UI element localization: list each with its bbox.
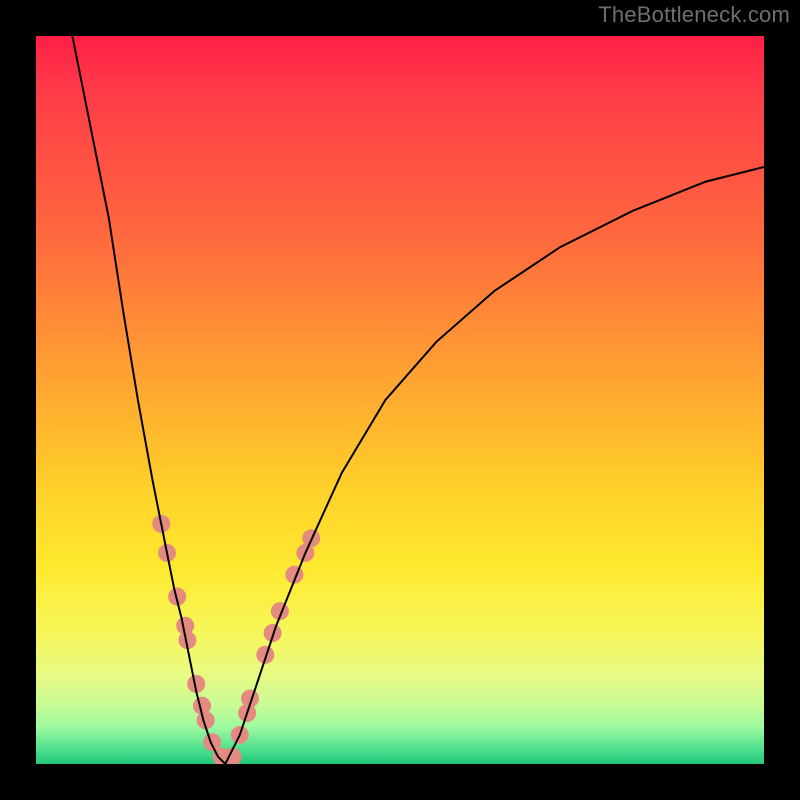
- plot-area: [36, 36, 764, 764]
- scatter-overlay: [152, 515, 320, 764]
- watermark-label: TheBottleneck.com: [598, 2, 790, 28]
- curve-layer: [36, 36, 764, 764]
- right-branch-curve: [225, 167, 764, 764]
- left-branch-curve: [72, 36, 225, 764]
- chart-root: TheBottleneck.com: [0, 0, 800, 800]
